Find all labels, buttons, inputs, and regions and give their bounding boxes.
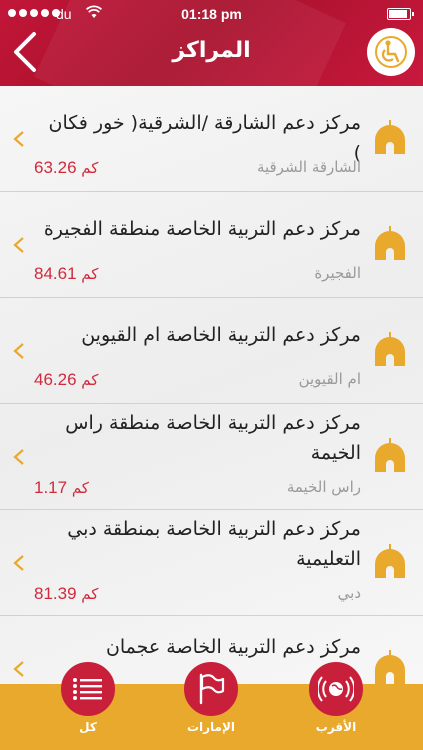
wheelchair-icon <box>375 36 407 68</box>
chevron-left-icon[interactable] <box>12 130 26 148</box>
list-item[interactable]: مركز دعم التربية الخاصة بمنطقة دبي التعل… <box>0 510 423 616</box>
center-title: مركز دعم التربية الخاصة ام القيوين <box>81 324 361 346</box>
chevron-left-icon[interactable] <box>12 660 26 678</box>
flag-icon <box>184 662 238 716</box>
tab-nearest[interactable]: الأقرب <box>296 662 376 734</box>
center-city: الفجيرة <box>314 264 361 282</box>
chevron-left-icon[interactable] <box>12 342 26 360</box>
center-distance: 46.26 كم <box>34 370 99 389</box>
tab-nearest-label: الأقرب <box>315 720 357 734</box>
tab-all-label: كل <box>79 720 97 734</box>
center-city: دبي <box>337 584 361 602</box>
center-city: الشارقة الشرقية <box>256 158 361 176</box>
chevron-left-icon[interactable] <box>12 448 26 466</box>
mosque-icon <box>375 544 405 578</box>
mosque-icon <box>375 438 405 472</box>
center-city: ام القيوين <box>298 370 361 388</box>
chevron-left-icon[interactable] <box>12 236 26 254</box>
page-title: المراكز <box>172 38 251 63</box>
center-title: مركز دعم التربية الخاصة عجمان <box>105 636 361 658</box>
center-distance: 1.17 كم <box>34 478 89 497</box>
mosque-icon <box>375 650 405 684</box>
accessibility-button[interactable] <box>367 28 415 76</box>
battery-icon <box>387 8 414 20</box>
list-item[interactable]: مركز دعم التربية الخاصة منطقة راس الخيمة… <box>0 404 423 510</box>
bottom-tab-bar: كل الإمارات الأقرب <box>0 662 423 750</box>
mosque-icon <box>375 226 405 260</box>
chevron-left-icon[interactable] <box>12 554 26 572</box>
center-distance: 63.26 كم <box>34 158 99 177</box>
list-item[interactable]: مركز دعم التربية الخاصة منطقة الفجيرة ال… <box>0 192 423 298</box>
center-distance: 84.61 كم <box>34 264 99 283</box>
center-city: راس الخيمة <box>286 478 361 496</box>
list-item[interactable]: مركز دعم الشارقة /الشرقية( خور فكان ) ال… <box>0 86 423 192</box>
mosque-icon <box>375 120 405 154</box>
status-time: 01:18 pm <box>181 6 242 22</box>
center-title: مركز دعم التربية الخاصة منطقة الفجيرة <box>43 218 361 240</box>
tab-emirates[interactable]: الإمارات <box>171 662 251 734</box>
mosque-icon <box>375 332 405 366</box>
center-title: مركز دعم التربية الخاصة منطقة راس الخيمة <box>65 412 361 464</box>
tab-all[interactable]: كل <box>48 662 128 734</box>
centers-list[interactable]: مركز دعم الشارقة /الشرقية( خور فكان ) ال… <box>0 86 423 684</box>
globe-signal-icon <box>309 662 363 716</box>
center-title: مركز دعم التربية الخاصة بمنطقة دبي التعل… <box>67 518 361 570</box>
tab-emirates-label: الإمارات <box>186 720 236 734</box>
center-distance: 81.39 كم <box>34 584 99 603</box>
header-bar: du 01:18 pm المراكز <box>0 0 423 86</box>
status-bar: du 01:18 pm <box>0 0 423 30</box>
list-item[interactable]: مركز دعم التربية الخاصة ام القيوين ام ال… <box>0 298 423 404</box>
list-icon <box>61 662 115 716</box>
